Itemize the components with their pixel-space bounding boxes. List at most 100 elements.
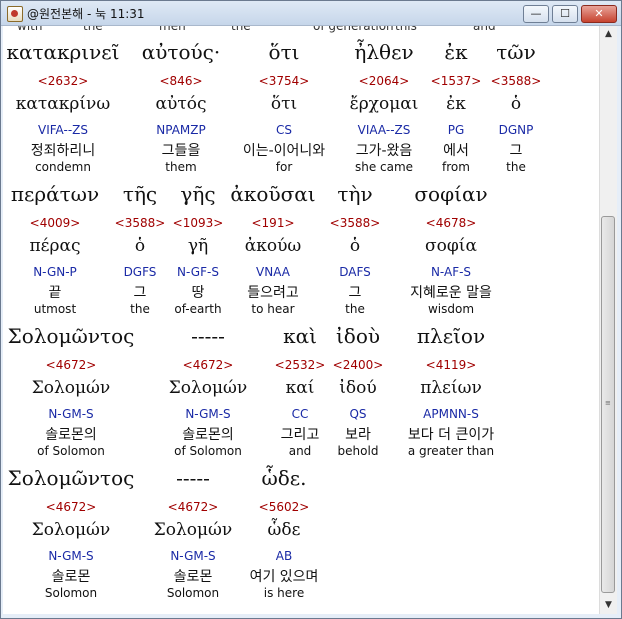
word-lemma: πέρας <box>29 236 81 256</box>
word-strong[interactable]: <4009> <box>30 216 81 230</box>
minimize-button[interactable]: — <box>523 5 549 23</box>
word-lemma: αὐτός <box>155 94 207 114</box>
word-korean: 그가-왔음 <box>355 143 413 159</box>
word-strong[interactable]: <4119> <box>426 358 477 372</box>
maximize-button[interactable]: ☐ <box>552 5 578 23</box>
scrollbar-thumb[interactable]: ≡ <box>601 216 615 593</box>
word-korean: 솔로몬의 <box>182 427 234 443</box>
word-parse: N-GF-S <box>177 265 219 279</box>
word-lemma: πλείων <box>420 378 482 398</box>
word-english: Solomon <box>44 586 98 600</box>
word-korean: 그들을 <box>161 143 201 159</box>
word-english: to hear <box>251 302 295 316</box>
close-button[interactable]: ✕ <box>581 5 617 23</box>
word-korean: 그 <box>348 285 362 301</box>
word-greek: περάτων <box>10 182 100 206</box>
word-korean: 땅 <box>191 285 205 301</box>
word-lemma: Σολομών <box>31 378 111 398</box>
word-lemma: Σολομών <box>31 520 111 540</box>
word-strong[interactable]: <5602> <box>259 500 310 514</box>
word-parse: N-GM-S <box>185 407 231 421</box>
word-strong[interactable]: <1537> <box>431 74 482 88</box>
word-strong[interactable]: <4672> <box>183 358 234 372</box>
word-strong[interactable]: <3754> <box>259 74 310 88</box>
word-parse: DAFS <box>339 265 371 279</box>
word-english: is here <box>263 586 305 600</box>
word-strong[interactable]: <3588> <box>115 216 166 230</box>
word-english: utmost <box>33 302 77 316</box>
word-greek: καὶ <box>283 324 317 348</box>
word-strong[interactable]: <4672> <box>46 358 97 372</box>
word-parse: VIFA--ZS <box>38 123 88 137</box>
scroll-up-arrow-icon[interactable]: ▲ <box>600 26 617 43</box>
word-lemma: ὁ <box>349 236 361 256</box>
vertical-scrollbar[interactable]: ▲ ≡ ▼ <box>599 26 617 614</box>
word-english: she came <box>354 160 414 174</box>
word-parse: N-GM-S <box>48 407 94 421</box>
word-strong[interactable]: <4678> <box>426 216 477 230</box>
word-strong[interactable]: <4672> <box>168 500 219 514</box>
word-lemma: ὁ <box>134 236 146 256</box>
title-bar[interactable]: @원전본해 - 눅 11:31 — ☐ ✕ <box>1 1 621 26</box>
word-english: and <box>288 444 312 458</box>
word-parse: N-AF-S <box>430 265 472 279</box>
app-window: @원전본해 - 눅 11:31 — ☐ ✕ with the men the of ge… <box>0 0 622 619</box>
word-strong[interactable]: <191> <box>251 216 294 230</box>
word-greek: γῆς <box>180 182 216 206</box>
word-parse: VNAA <box>256 265 290 279</box>
word-english: the <box>506 160 526 174</box>
word-korean: 이는-이어니와 <box>242 143 326 159</box>
word-korean: 그리고 <box>280 427 320 443</box>
word-parse: PG <box>447 123 465 137</box>
word-korean: 그 <box>509 143 523 159</box>
word-greek: πλεῖον <box>416 324 486 348</box>
word-strong[interactable]: <3588> <box>330 216 381 230</box>
word-greek: αὐτούς· <box>141 40 221 64</box>
word-korean: 에서 <box>443 143 469 159</box>
word-strong[interactable]: <1093> <box>173 216 224 230</box>
word-english: of Solomon <box>37 444 105 458</box>
word-parse: NPAMZP <box>156 123 206 137</box>
word-lemma: κατακρίνω <box>15 94 111 114</box>
word-strong[interactable]: <2400> <box>333 358 384 372</box>
interlinear-content: with the men the of generation this and κατακρι… <box>3 26 599 614</box>
word-english: for <box>275 160 293 174</box>
word-strong[interactable]: <4672> <box>46 500 97 514</box>
partial-gloss-text: this <box>395 26 417 33</box>
word-greek: ἦλθεν <box>354 40 414 64</box>
word-english: behold <box>337 444 379 458</box>
word-parse: CS <box>276 123 292 137</box>
scroll-down-arrow-icon[interactable]: ▼ <box>600 597 617 614</box>
partial-gloss-text: with <box>17 26 43 33</box>
word-greek: ἐκ <box>444 40 468 64</box>
word-parse: CC <box>291 407 309 421</box>
word-lemma: ἔρχομαι <box>349 94 419 114</box>
word-parse: DGNP <box>498 123 534 137</box>
word-greek: ἰδοὺ <box>335 324 381 348</box>
word-lemma: ὁ <box>510 94 522 114</box>
window-title: @원전본해 - 눅 11:31 <box>27 7 145 21</box>
word-korean: 솔로몬 <box>173 569 213 585</box>
word-strong[interactable]: <2632> <box>38 74 89 88</box>
word-korean: 여기 있으며 <box>249 569 319 585</box>
word-english: wisdom <box>427 302 475 316</box>
word-english: them <box>165 160 197 174</box>
grip-icon: ≡ <box>605 399 611 407</box>
partial-gloss-text: men <box>159 26 186 33</box>
word-greek: ὅτι <box>268 40 300 64</box>
word-lemma: ὅτι <box>270 94 298 114</box>
word-english: the <box>130 302 150 316</box>
partial-gloss-text: and <box>473 26 496 33</box>
word-strong[interactable]: <3588> <box>491 74 542 88</box>
word-korean: 끝 <box>48 285 62 301</box>
word-strong[interactable]: <846> <box>159 74 202 88</box>
word-english: condemn <box>35 160 91 174</box>
partial-gloss-text: of generation <box>313 26 394 33</box>
word-english: of-earth <box>174 302 222 316</box>
word-strong[interactable]: <2064> <box>359 74 410 88</box>
word-korean: 정죄하리니 <box>30 143 96 159</box>
word-greek: κατακρινεῖ <box>6 40 120 64</box>
word-greek: τῶν <box>496 40 536 64</box>
word-strong[interactable]: <2532> <box>275 358 326 372</box>
word-lemma: καί <box>285 378 315 398</box>
